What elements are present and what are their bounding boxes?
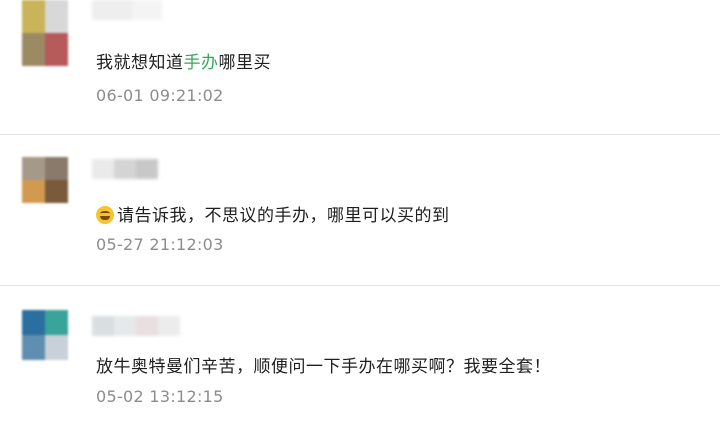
comment-item-2: 请告诉我，不思议的手办，哪里可以买的到 05-27 21:12:03 [0, 135, 720, 285]
comment-text: 放牛奥特曼们辛苦，顺便问一下手办在哪买啊？我要全套！ [96, 352, 551, 377]
username-blurred[interactable] [92, 159, 158, 179]
avatar[interactable] [22, 310, 68, 360]
comment-text-before: 我就想知道 [96, 53, 184, 73]
grinning-sweat-emoji-icon [96, 206, 114, 224]
comment-text-before: 请告诉我，不思议的手办，哪里可以买的到 [117, 206, 450, 226]
comment-timestamp: 06-01 09:21:02 [96, 86, 224, 105]
comment-text: 我就想知道手办哪里买 [96, 48, 271, 73]
comment-item-3: 放牛奥特曼们辛苦，顺便问一下手办在哪买啊？我要全套！ 05-02 13:12:1… [0, 286, 720, 428]
comment-item-1: 我就想知道手办哪里买 06-01 09:21:02 [0, 0, 720, 134]
comment-text-after: 哪里买 [218, 53, 271, 73]
avatar[interactable] [22, 157, 68, 203]
avatar[interactable] [22, 0, 68, 66]
keyword-link[interactable]: 手办 [184, 53, 219, 73]
comment-text: 请告诉我，不思议的手办，哪里可以买的到 [96, 201, 450, 226]
comment-timestamp: 05-02 13:12:15 [96, 387, 224, 406]
comment-text-before: 放牛奥特曼们辛苦，顺便问一下手办在哪买啊？我要全套！ [96, 357, 551, 377]
username-blurred[interactable] [92, 316, 180, 336]
username-blurred[interactable] [92, 0, 162, 20]
comment-timestamp: 05-27 21:12:03 [96, 235, 224, 254]
